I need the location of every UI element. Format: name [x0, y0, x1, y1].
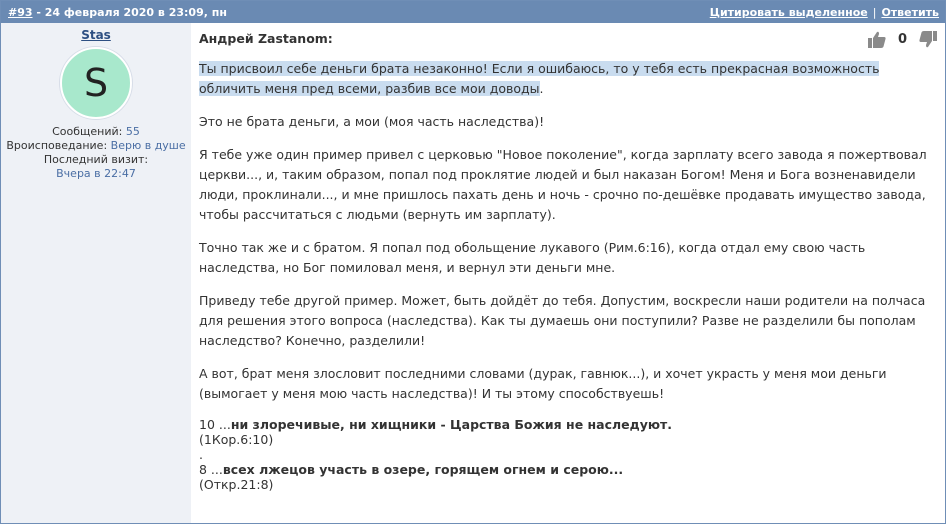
verse-2-number: 8 ... [199, 462, 223, 477]
vote-count: 0 [897, 32, 907, 47]
author-name-link[interactable]: Stas [81, 28, 111, 42]
post-number-link[interactable]: #93 [8, 6, 33, 19]
quote-author: Андрей Zastanom: [199, 31, 333, 46]
verse-separator-dot: . [199, 447, 203, 462]
religion-row: Вроисповедание: Верю в душе [1, 139, 191, 153]
last-visit-value: Вчера в 22:47 [56, 167, 136, 180]
last-visit-label: Последний визит: [43, 153, 149, 166]
verse-2-ref: (Откр.21:8) [199, 477, 274, 492]
verse-2-text: всех лжецов участь в озере, горящем огне… [222, 462, 624, 477]
post-meta: #93 - 24 февраля 2020 в 23:09, пн [8, 6, 227, 19]
post-body: Stas S Сообщений: 55 Вроисповедание: Вер… [1, 23, 945, 523]
religion-value: Верю в душе [110, 139, 186, 152]
verse-1-text: ни злоречивые, ни хищники - Царства Божи… [230, 417, 673, 432]
reply-link[interactable]: Ответить [881, 6, 939, 19]
quote-selected-link[interactable]: Цитировать выделенное [710, 6, 868, 19]
post-header: #93 - 24 февраля 2020 в 23:09, пн Цитиро… [1, 1, 945, 23]
paragraph: Приведу тебе другой пример. Может, быть … [199, 293, 926, 348]
paragraph: А вот, брат меня злословит последними сл… [199, 366, 887, 401]
paragraph: Это не брата деньги, а мои (моя часть на… [199, 114, 545, 129]
post-content: 0 Андрей Zastanom: Ты присвоил себе день… [191, 23, 945, 523]
quote-end: . [539, 81, 544, 96]
quote-block: Ты присвоил себе деньги брата незаконно!… [199, 59, 935, 99]
thumbs-up-icon[interactable] [867, 31, 886, 48]
author-panel: Stas S Сообщений: 55 Вроисповедание: Вер… [1, 23, 191, 523]
action-separator: | [872, 5, 877, 19]
post-date: - 24 февраля 2020 в 23:09, пн [32, 5, 227, 19]
messages-label: Сообщений: [52, 125, 123, 138]
vote-widget: 0 [867, 31, 937, 48]
thumbs-down-icon[interactable] [919, 31, 937, 48]
paragraph: Точно так же и с братом. Я попал под обо… [199, 240, 866, 275]
messages-value: 55 [125, 125, 140, 138]
avatar[interactable]: S [60, 47, 132, 119]
post-actions: Цитировать выделенное | Ответить [710, 6, 939, 19]
verse-1-number: 10 ... [199, 417, 231, 432]
bible-verse-1: 10 ...ни злоречивые, ни хищники - Царств… [199, 417, 935, 432]
messages-row: Сообщений: 55 [1, 125, 191, 139]
verse-1-ref: (1Кор.6:10) [199, 432, 274, 447]
post-frame: #93 - 24 февраля 2020 в 23:09, пн Цитиро… [0, 0, 946, 524]
paragraph: Я тебе уже один пример привел с церковью… [199, 147, 927, 222]
religion-label: Вроисповедание: [6, 139, 108, 152]
bible-verse-2: 8 ...всех лжецов участь в озере, горящем… [199, 462, 935, 477]
